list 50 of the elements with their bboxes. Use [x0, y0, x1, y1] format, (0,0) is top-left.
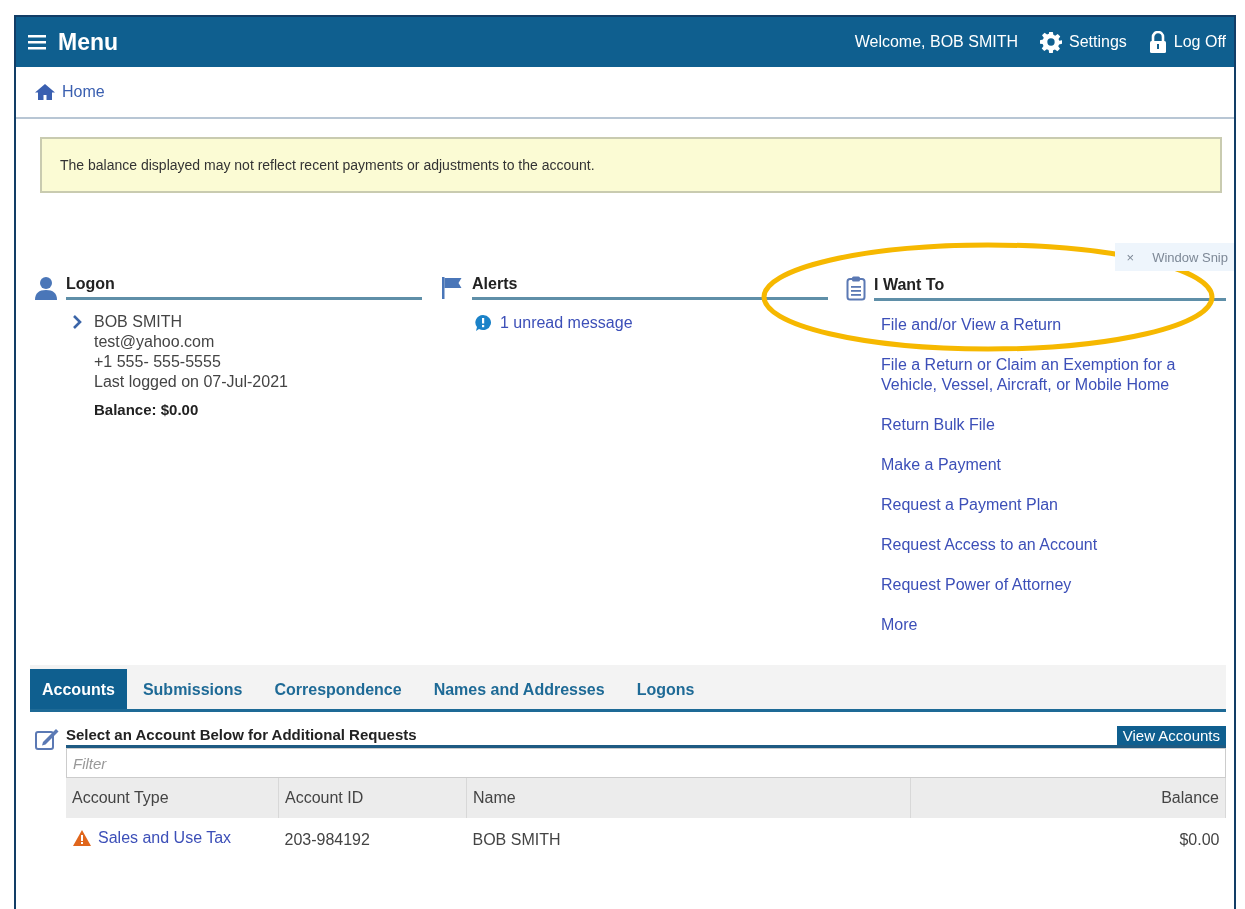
notice-text: The balance displayed may not reflect recent payments or adjustments to the account.	[60, 157, 595, 173]
alerts-heading: Alerts	[472, 275, 828, 300]
user-phone: +1 555- 555-5555	[94, 352, 222, 372]
user-email: test@yahoo.com	[94, 332, 216, 352]
table-cell: BOB SMITH	[466, 818, 911, 862]
action-link[interactable]: Request a Payment Plan	[881, 495, 1226, 515]
action-link[interactable]: Request Access to an Account	[881, 535, 1226, 555]
account-type-link[interactable]: Sales and Use Tax	[98, 829, 232, 847]
unread-message-link[interactable]: 1 unread message	[474, 314, 828, 332]
flag-icon	[440, 276, 464, 300]
table-cell: $0.00	[910, 818, 1226, 862]
tab[interactable]: Accounts	[30, 669, 127, 709]
clipboard-icon	[846, 275, 866, 301]
gear-icon	[1040, 31, 1062, 53]
user-name: BOB SMITH	[94, 312, 183, 332]
log-off-link[interactable]: Log Off	[1148, 31, 1226, 53]
chevron-icon[interactable]	[72, 315, 82, 329]
action-link[interactable]: File and/or View a Return	[881, 315, 1226, 335]
action-link[interactable]: File a Return or Claim an Exemption for a Vehicle, Vessel, Aircraft, or Mobile Home	[881, 355, 1226, 395]
tab[interactable]: Correspondence	[258, 681, 418, 709]
column-header[interactable]: Balance	[910, 778, 1226, 818]
menu-icon	[28, 34, 46, 50]
column-header[interactable]: Account Type	[66, 778, 279, 818]
action-link[interactable]: More	[881, 615, 1226, 635]
filter-field[interactable]: Filter	[66, 748, 1226, 778]
menu-button[interactable]: Menu	[28, 28, 119, 56]
snip-label: Window Snip	[1152, 249, 1228, 265]
table-cell: 203-984192	[278, 818, 467, 862]
info-bubble-icon	[474, 314, 492, 332]
home-icon	[34, 83, 56, 101]
tab[interactable]: Names and Addresses	[417, 681, 621, 709]
home-link[interactable]: Home	[34, 83, 105, 101]
column-header[interactable]: Account ID	[278, 778, 467, 818]
column-header[interactable]: Name	[466, 778, 911, 818]
person-icon	[34, 276, 58, 300]
i-want-to-heading: I Want To	[874, 276, 1226, 301]
welcome-text: Welcome, BOB SMITH	[854, 33, 1018, 51]
last-logged-text: Last logged on 07-Jul-2021	[94, 372, 288, 392]
action-link[interactable]: Return Bulk File	[881, 415, 1226, 435]
edit-icon	[34, 726, 60, 752]
action-link[interactable]: Request Power of Attorney	[881, 575, 1226, 595]
tab[interactable]: Submissions	[126, 681, 259, 709]
accounts-heading: Select an Account Below for Additional Requests	[66, 726, 417, 743]
balance-text: Balance: $0.00	[94, 400, 200, 420]
view-accounts-button[interactable]: View Accounts	[1116, 726, 1226, 745]
action-link[interactable]: Make a Payment	[881, 455, 1226, 475]
lock-icon	[1148, 31, 1167, 53]
tab[interactable]: Logons	[620, 681, 711, 709]
settings-link[interactable]: Settings	[1040, 31, 1127, 53]
logon-heading: Logon	[66, 275, 422, 300]
